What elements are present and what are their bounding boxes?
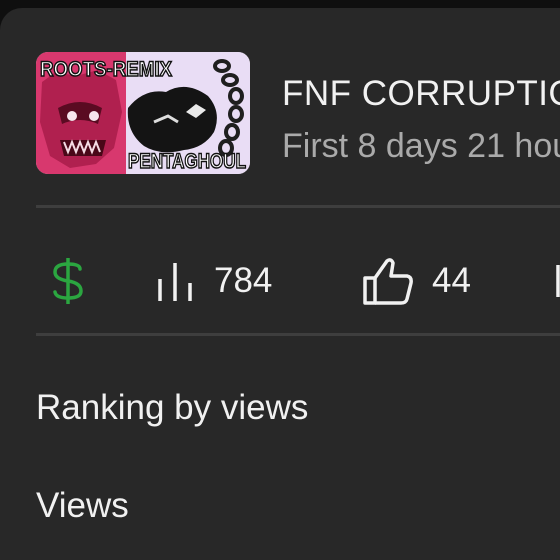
video-title: FNF CORRUPTION [282, 74, 560, 113]
video-thumbnail[interactable]: ROOTS-REMIX PENTAGHOUL [36, 52, 250, 174]
views-stat[interactable]: 784 [156, 246, 272, 316]
partial-icon [556, 265, 560, 297]
thumbnail-bottom-text: PENTAGHOUL [128, 150, 246, 173]
revenue-stat[interactable] [50, 246, 86, 316]
ranking-by-views-heading: Ranking by views [36, 388, 309, 427]
views-heading: Views [36, 486, 129, 525]
stats-row: 784 44 [36, 246, 560, 316]
video-summary[interactable]: ROOTS-REMIX PENTAGHOUL FNF CORRUPTION Fi… [36, 52, 560, 174]
divider [36, 333, 560, 336]
video-analytics-panel: ROOTS-REMIX PENTAGHOUL FNF CORRUPTION Fi… [0, 8, 560, 560]
dollar-icon [53, 258, 83, 304]
thumbnail-top-text: ROOTS-REMIX [40, 58, 172, 81]
more-stat[interactable] [554, 246, 560, 316]
thumbnail-art: ROOTS-REMIX PENTAGHOUL [36, 52, 250, 174]
thumbs-up-icon [363, 258, 413, 305]
bar-chart-icon [158, 263, 192, 301]
likes-count: 44 [432, 261, 471, 300]
views-count: 784 [214, 261, 273, 300]
likes-stat[interactable]: 44 [362, 246, 471, 316]
video-period: First 8 days 21 hours [282, 127, 560, 165]
divider [36, 205, 560, 208]
